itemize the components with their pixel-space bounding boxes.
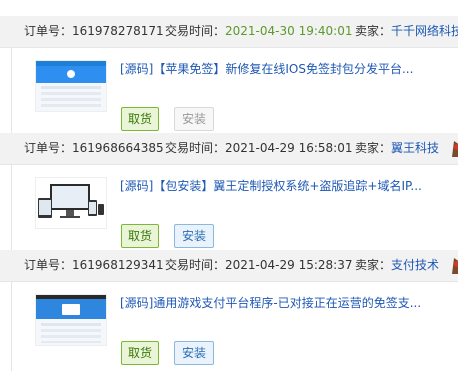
product-title[interactable]: [源码]【包安装】翼王定制授权系统+盗版追踪+域名IP... <box>120 177 422 195</box>
order-body: [源码]【包安装】翼王定制授权系统+盗版追踪+域名IP... 取货 安装 <box>11 165 458 254</box>
trade-time: 交易时间：2021-04-30 19:40:01 <box>165 24 353 38</box>
order-number: 订单号：161968664385 <box>24 141 164 155</box>
product-thumbnail[interactable] <box>35 294 107 346</box>
order-number: 订单号：161978278171 <box>24 24 164 38</box>
order-number: 订单号：161968129341 <box>24 258 164 272</box>
product-title[interactable]: [源码]【苹果免签】新修复在线IOS免签封包分发平台... <box>120 60 413 78</box>
order-header: 订单号：161968129341 交易时间：2021-04-29 15:28:3… <box>0 250 458 282</box>
install-button[interactable]: 安装 <box>174 341 214 365</box>
take-goods-button[interactable]: 取货 <box>121 107 159 131</box>
seller-avatar <box>450 256 458 276</box>
order-body: [源码]【苹果免签】新修复在线IOS免签封包分发平台... 取货 安装 <box>11 48 458 137</box>
product-thumbnail[interactable] <box>35 60 107 112</box>
seller-link[interactable]: 翼王科技 <box>391 141 439 155</box>
take-goods-button[interactable]: 取货 <box>121 341 159 365</box>
order-header: 订单号：161978278171 交易时间：2021-04-30 19:40:0… <box>0 16 458 48</box>
seller-info: 卖家：支付技术 <box>355 258 440 272</box>
seller-info: 卖家：翼王科技 <box>355 141 440 155</box>
install-button[interactable]: 安装 <box>174 224 214 248</box>
order-header: 订单号：161968664385 交易时间：2021-04-29 16:58:0… <box>0 133 458 165</box>
seller-link[interactable]: 千千网络科技 <box>391 24 458 38</box>
seller-info: 卖家：千千网络科技 <box>355 16 458 47</box>
install-button[interactable]: 安装 <box>174 107 214 131</box>
order-body: [源码]通用游戏支付平台程序-已对接正在运营的免签支... 取货 安装 <box>11 282 458 371</box>
trade-time: 交易时间：2021-04-29 16:58:01 <box>165 141 353 155</box>
trade-time: 交易时间：2021-04-29 15:28:37 <box>165 258 353 272</box>
take-goods-button[interactable]: 取货 <box>121 224 159 248</box>
seller-link[interactable]: 支付技术 <box>391 258 439 272</box>
product-thumbnail[interactable] <box>35 177 107 229</box>
seller-avatar <box>450 139 458 159</box>
product-title[interactable]: [源码]通用游戏支付平台程序-已对接正在运营的免签支... <box>120 294 421 312</box>
